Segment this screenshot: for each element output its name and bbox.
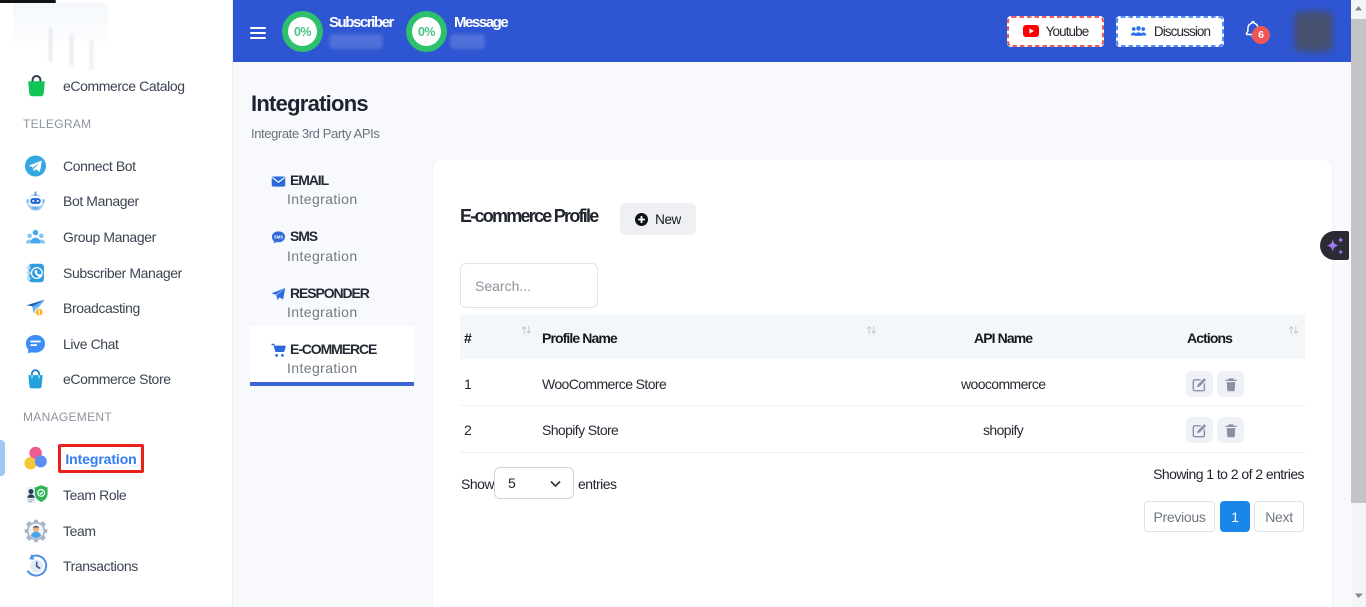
svg-text:SMS: SMS (274, 235, 283, 240)
